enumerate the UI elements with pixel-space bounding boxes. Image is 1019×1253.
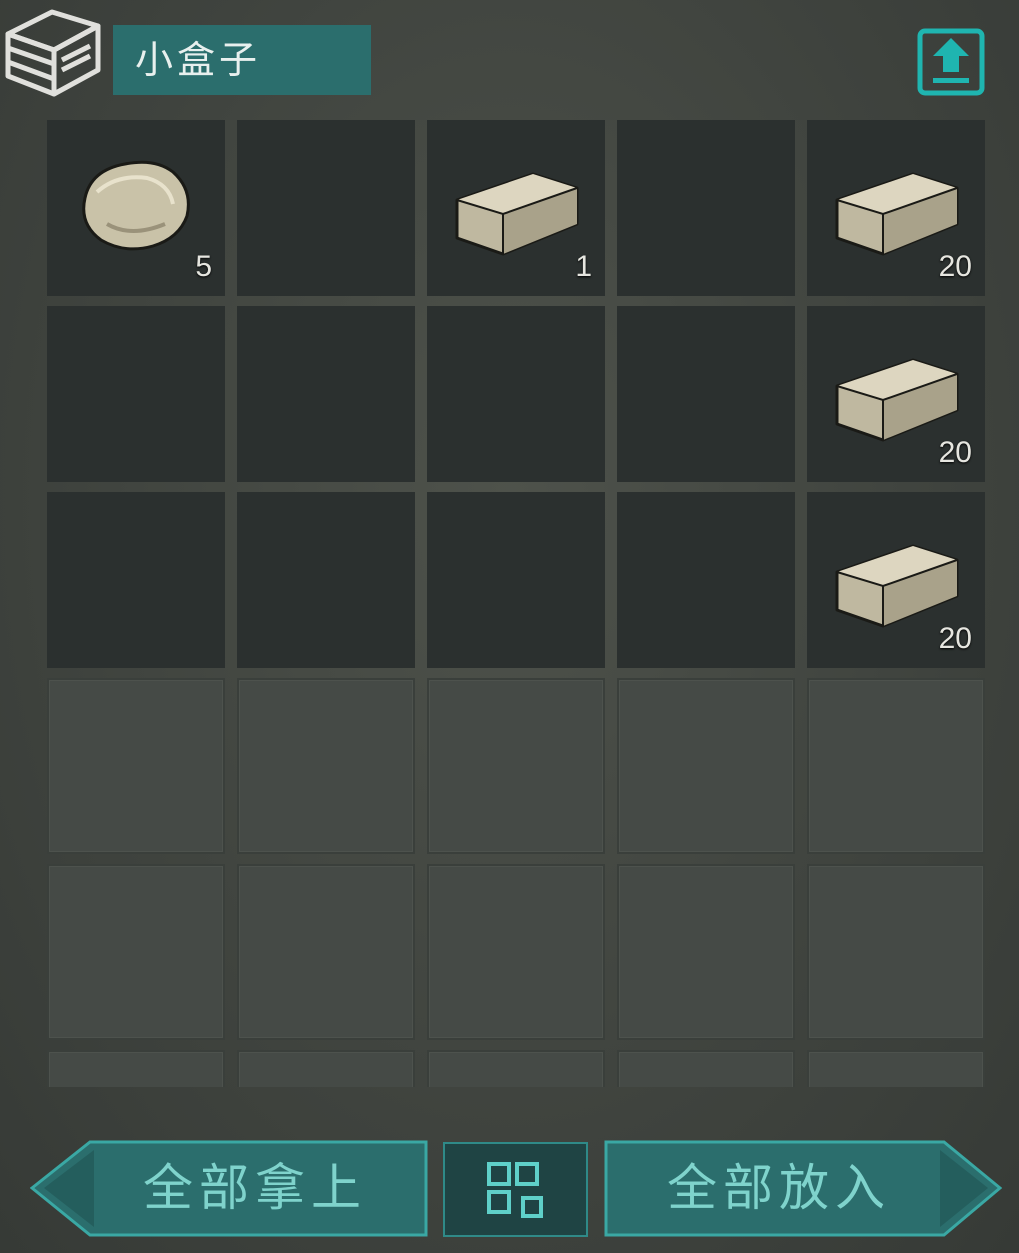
inventory-slot-empty[interactable]	[427, 306, 605, 482]
inventory-slot-locked	[427, 864, 605, 1040]
inventory-slot-empty[interactable]	[237, 306, 415, 482]
sort-grid-icon	[487, 1162, 543, 1218]
inventory-slot-locked	[617, 864, 795, 1040]
item-quantity: 5	[195, 250, 212, 283]
inventory-slot-locked	[237, 864, 415, 1040]
inventory-slot-locked	[807, 1050, 985, 1087]
inventory-slot-locked	[427, 1050, 605, 1087]
inventory-slot-empty[interactable]	[617, 306, 795, 482]
item-quantity: 20	[938, 622, 972, 655]
inventory-slot-stone-brick[interactable]: 20	[807, 306, 985, 482]
sort-button[interactable]	[443, 1142, 588, 1237]
inventory-slot-stone-brick[interactable]: 1	[427, 120, 605, 296]
inventory-slot-locked	[47, 1050, 225, 1087]
item-quantity: 20	[938, 436, 972, 469]
take-all-button[interactable]: 全部拿上	[30, 1140, 428, 1237]
inventory-slot-locked	[237, 1050, 415, 1087]
inventory-slot-empty[interactable]	[617, 492, 795, 668]
put-all-button[interactable]: 全部放入	[604, 1140, 1002, 1237]
inventory-slot-empty[interactable]	[427, 492, 605, 668]
inventory-slot-stone-brick[interactable]: 20	[807, 492, 985, 668]
inventory-slot-empty[interactable]	[47, 306, 225, 482]
inventory-slot-empty[interactable]	[237, 120, 415, 296]
inventory-slot-stone-brick[interactable]: 20	[807, 120, 985, 296]
inventory-slot-empty[interactable]	[617, 120, 795, 296]
put-all-label: 全部放入	[667, 1159, 891, 1217]
item-quantity: 1	[575, 250, 592, 283]
upload-arrow-icon[interactable]	[917, 28, 985, 96]
inventory-slot-locked	[617, 1050, 795, 1087]
inventory-slot-locked	[427, 678, 605, 854]
inventory-slot-locked	[47, 678, 225, 854]
inventory-slot-stone[interactable]: 5	[47, 120, 225, 296]
take-all-label: 全部拿上	[143, 1159, 367, 1217]
inventory-slot-empty[interactable]	[47, 492, 225, 668]
inventory-slot-locked	[807, 678, 985, 854]
storage-box-icon	[5, 9, 101, 97]
inventory-slot-locked	[617, 678, 795, 854]
item-quantity: 20	[938, 250, 972, 283]
inventory-slot-locked	[807, 864, 985, 1040]
inventory-grid: 5 1 20 20 20	[47, 120, 985, 1087]
inventory-slot-locked	[47, 864, 225, 1040]
inventory-slot-locked	[237, 678, 415, 854]
container-title: 小盒子	[113, 25, 371, 95]
inventory-slot-empty[interactable]	[237, 492, 415, 668]
